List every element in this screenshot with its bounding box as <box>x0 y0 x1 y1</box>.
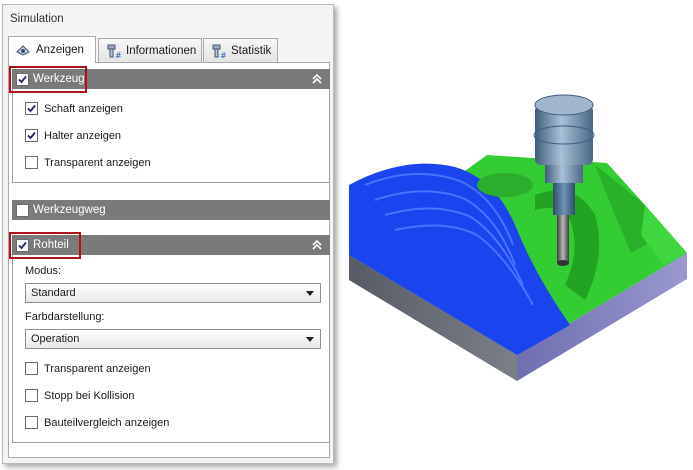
schaft-checkbox[interactable] <box>25 102 38 115</box>
option-stopp-kollision[interactable]: Stopp bei Kollision <box>25 389 135 402</box>
option-bauteilvergleich[interactable]: Bauteilvergleich anzeigen <box>25 416 169 429</box>
section-label: Werkzeug <box>33 73 85 85</box>
tool-statistics-icon: # <box>210 43 227 60</box>
option-label: Schaft anzeigen <box>44 102 123 115</box>
transparent-werkzeug-checkbox[interactable] <box>25 156 38 169</box>
tab-informationen[interactable]: # Informationen <box>98 38 202 63</box>
chevron-down-icon <box>306 291 314 296</box>
tab-label: Statistik <box>231 45 272 57</box>
section-werkzeug-body: Schaft anzeigen Halter anzeigen Transpar… <box>12 89 330 183</box>
section-rohteil-body: Modus: Standard Farbdarstellung: Operati… <box>12 255 330 443</box>
farbdarstellung-label: Farbdarstellung: <box>25 311 105 323</box>
chevron-down-icon <box>306 337 314 342</box>
option-label: Transparent anzeigen <box>44 156 151 169</box>
panel-title: Simulation <box>10 13 64 25</box>
section-rohteil-header[interactable]: Rohteil <box>12 235 330 255</box>
tool-tip <box>557 260 569 266</box>
tool-holder-top <box>534 94 594 116</box>
section-werkzeug-header[interactable]: Werkzeug <box>12 69 330 89</box>
modus-label: Modus: <box>25 265 62 277</box>
option-transparent-rohteil[interactable]: Transparent anzeigen <box>25 362 151 375</box>
option-label: Halter anzeigen <box>44 129 122 142</box>
stock-shadow <box>477 173 533 197</box>
tool-holder-collar <box>545 165 583 183</box>
option-transparent-werkzeug[interactable]: Transparent anzeigen <box>25 156 151 169</box>
section-werkzeugweg-header[interactable]: Werkzeugweg <box>12 200 330 220</box>
option-label: Transparent anzeigen <box>44 362 151 375</box>
tab-label: Anzeigen <box>36 44 84 56</box>
rohteil-checkbox[interactable] <box>16 238 29 252</box>
tool-collet <box>553 183 575 215</box>
halter-checkbox[interactable] <box>25 129 38 142</box>
farbdarstellung-value: Operation <box>31 333 80 345</box>
tab-anzeigen[interactable]: Anzeigen <box>8 36 96 63</box>
tab-statistik[interactable]: # Statistik <box>203 38 278 63</box>
modus-value: Standard <box>31 287 76 299</box>
option-schaft[interactable]: Schaft anzeigen <box>25 102 123 115</box>
simulation-panel: Simulation Anzeigen # Informationen # St… <box>2 4 334 464</box>
option-halter[interactable]: Halter anzeigen <box>25 129 121 142</box>
section-label: Werkzeugweg <box>33 204 106 216</box>
tool-shank <box>557 215 569 263</box>
modus-select[interactable]: Standard <box>25 283 321 303</box>
tool-info-icon: # <box>105 43 122 60</box>
section-label: Rohteil <box>33 239 69 251</box>
simulation-3d-view[interactable] <box>345 85 690 385</box>
transparent-rohteil-checkbox[interactable] <box>25 362 38 375</box>
farbdarstellung-select[interactable]: Operation <box>25 329 321 349</box>
option-label: Stopp bei Kollision <box>44 389 135 402</box>
collapse-icon[interactable] <box>311 238 323 252</box>
werkzeugweg-checkbox[interactable] <box>16 203 29 217</box>
bauteilvergleich-checkbox[interactable] <box>25 416 38 429</box>
tab-label: Informationen <box>126 45 197 57</box>
eye-view-icon <box>15 42 31 58</box>
svg-text:#: # <box>115 51 121 59</box>
svg-text:#: # <box>220 51 226 59</box>
option-label: Bauteilvergleich anzeigen <box>44 416 170 429</box>
stopp-kollision-checkbox[interactable] <box>25 389 38 402</box>
collapse-icon[interactable] <box>311 72 323 86</box>
werkzeug-checkbox[interactable] <box>16 72 29 86</box>
